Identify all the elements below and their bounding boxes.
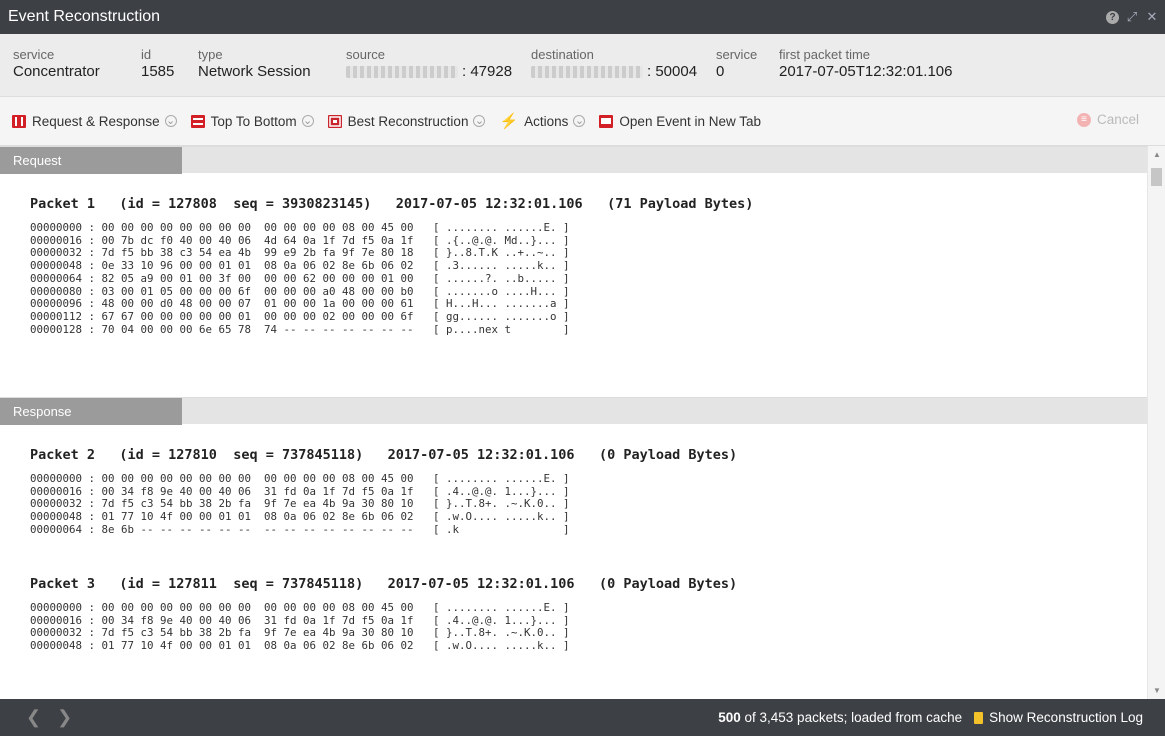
pager: ❮ ❯	[0, 707, 718, 728]
hex-dump: 00000000 : 00 00 00 00 00 00 00 00 00 00…	[30, 221, 570, 336]
status-bar: ❮ ❯ 500 of 3,453 packets; loaded from ca…	[0, 699, 1165, 736]
new-tab-icon	[599, 114, 614, 128]
meta-first-packet-time: first packet time 2017-07-05T12:32:01.10…	[779, 47, 953, 80]
expand-icon[interactable]: ⤢	[1125, 9, 1139, 25]
next-arrow-icon[interactable]: ❯	[57, 707, 72, 728]
chevron-down-icon: ⌄	[473, 115, 486, 127]
best-reconstruction-button[interactable]: Best Reconstruction ⌄	[327, 114, 486, 129]
log-icon	[974, 711, 984, 724]
meta-id: id 1585	[141, 47, 175, 80]
scroll-thumb[interactable]	[1151, 168, 1162, 186]
close-icon[interactable]: ✕	[1145, 9, 1159, 25]
title-bar: Event Reconstruction ? ⤢ ✕	[0, 0, 1165, 34]
meta-type: type Network Session	[198, 47, 311, 80]
response-header: Response	[0, 397, 1147, 425]
response-section: Response Packet 2 (id = 127810 seq = 737…	[0, 397, 1147, 653]
request-response-button[interactable]: Request & Response ⌄	[12, 114, 177, 129]
vertical-scrollbar[interactable]: ▲ ▼	[1147, 146, 1165, 699]
packet-header: Packet 2 (id = 127810 seq = 737845118) 2…	[30, 447, 738, 463]
stacked-view-icon	[190, 114, 205, 128]
request-section: Request Packet 1 (id = 127808 seq = 3930…	[0, 146, 1147, 397]
meta-service-2: service 0	[716, 47, 758, 80]
meta-destination: destination : 50004	[531, 47, 698, 80]
packet-header: Packet 3 (id = 127811 seq = 737845118) 2…	[30, 576, 738, 592]
packet-content[interactable]: Request Packet 1 (id = 127808 seq = 3930…	[0, 146, 1147, 699]
scroll-down-arrow[interactable]: ▼	[1153, 686, 1161, 695]
redacted-ip	[346, 66, 458, 79]
show-reconstruction-log-button[interactable]: Show Reconstruction Log	[974, 710, 1143, 725]
split-view-icon	[12, 114, 26, 128]
reconstruction-icon	[327, 114, 342, 128]
meta-source: source : 47928	[346, 47, 513, 80]
window-controls: ? ⤢ ✕	[1106, 9, 1165, 25]
chevron-down-icon: ⌄	[301, 115, 314, 127]
packet-header: Packet 1 (id = 127808 seq = 3930823145) …	[30, 196, 754, 212]
cancel-icon: ≡	[1076, 112, 1091, 127]
chevron-down-icon: ⌄	[164, 115, 177, 127]
help-icon[interactable]: ?	[1106, 10, 1119, 24]
scroll-up-arrow[interactable]: ▲	[1153, 150, 1161, 159]
reconstruction-toolbar: Request & Response ⌄ Top To Bottom ⌄ Bes…	[0, 97, 1165, 146]
previous-arrow-icon[interactable]: ❮	[26, 707, 41, 728]
packet-block: Packet 1 (id = 127808 seq = 3930823145) …	[0, 173, 1147, 397]
actions-button[interactable]: ⚡ Actions ⌄	[499, 112, 586, 130]
window-title: Event Reconstruction	[8, 8, 161, 25]
packet-block: Packet 2 (id = 127810 seq = 737845118) 2…	[0, 424, 1147, 576]
top-to-bottom-button[interactable]: Top To Bottom ⌄	[190, 114, 314, 129]
hex-dump: 00000000 : 00 00 00 00 00 00 00 00 00 00…	[30, 472, 570, 536]
event-meta-bar: service Concentrator id 1585 type Networ…	[0, 34, 1165, 97]
packet-block: Packet 3 (id = 127811 seq = 737845118) 2…	[0, 576, 1147, 653]
open-event-new-tab-button[interactable]: Open Event in New Tab	[599, 114, 761, 129]
hex-dump: 00000000 : 00 00 00 00 00 00 00 00 00 00…	[30, 601, 570, 653]
lightning-icon: ⚡	[499, 113, 519, 130]
packet-count: 500 of 3,453 packets; loaded from cache	[718, 710, 963, 725]
cancel-button[interactable]: ≡ Cancel	[1076, 112, 1139, 127]
request-header: Request	[0, 146, 1147, 174]
redacted-ip	[531, 66, 643, 79]
meta-service: service Concentrator	[13, 47, 100, 80]
chevron-down-icon: ⌄	[573, 115, 586, 127]
